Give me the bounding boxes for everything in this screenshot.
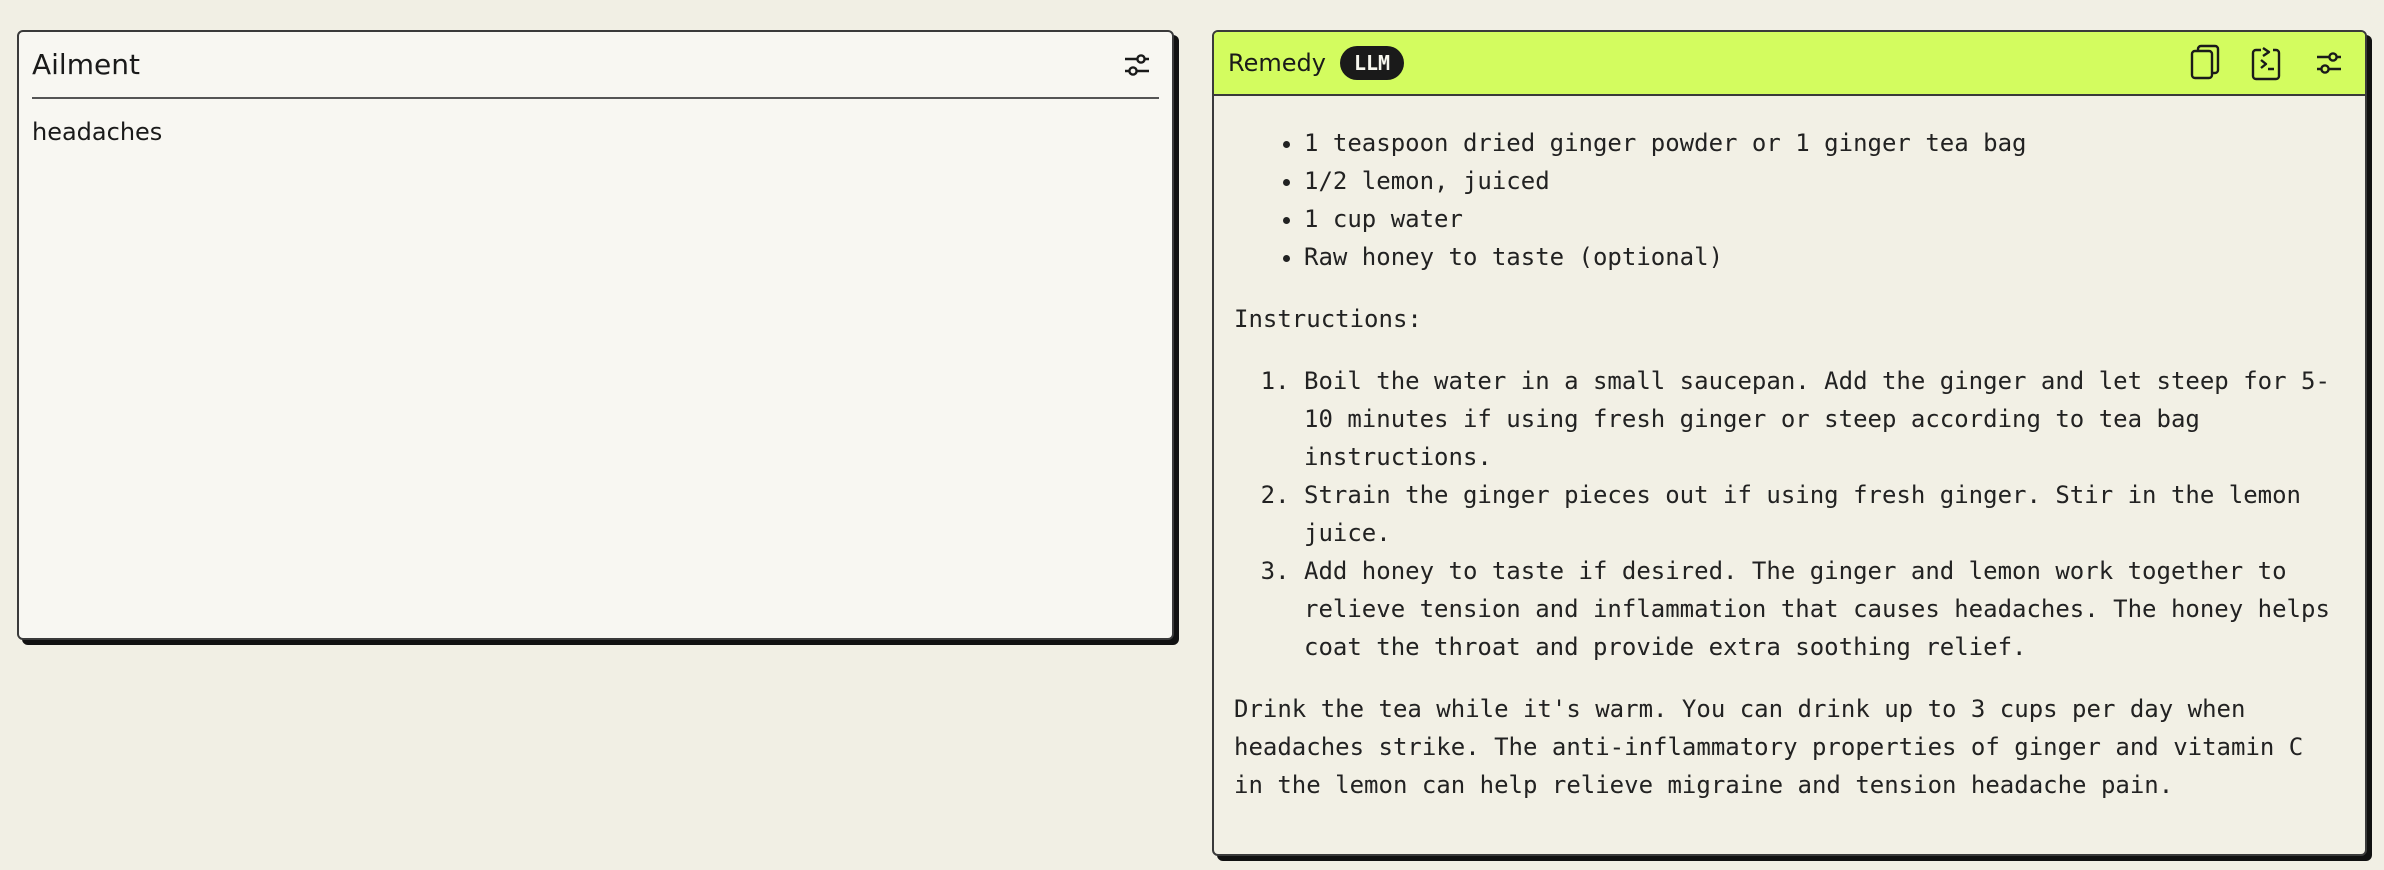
remedy-title: Remedy xyxy=(1228,49,1326,77)
ailment-title: Ailment xyxy=(32,48,140,81)
ingredients-list: 1 teaspoon dried ginger powder or 1 ging… xyxy=(1234,124,2345,276)
header-actions xyxy=(2183,41,2351,85)
copy-to-input-icon[interactable] xyxy=(2245,41,2289,85)
list-item: 1 teaspoon dried ginger powder or 1 ging… xyxy=(1304,124,2345,162)
list-item: Boil the water in a small saucepan. Add … xyxy=(1304,362,2345,476)
sliders-icon[interactable] xyxy=(1115,43,1159,87)
ailment-value[interactable]: headaches xyxy=(32,118,162,146)
list-item: Strain the ginger pieces out if using fr… xyxy=(1304,476,2345,552)
instructions-list: Boil the water in a small saucepan. Add … xyxy=(1234,362,2345,666)
list-item: Raw honey to taste (optional) xyxy=(1304,238,2345,276)
llm-badge: LLM xyxy=(1339,46,1405,80)
remedy-panel: Remedy LLM • 1 teaspoon dried ginger pow… xyxy=(1212,30,2367,856)
closing-paragraph: Drink the tea while it's warm. You can d… xyxy=(1234,695,2304,799)
copy-icon[interactable] xyxy=(2183,41,2227,85)
ailment-header: Ailment xyxy=(32,32,1159,99)
list-item: 1/2 lemon, juiced xyxy=(1304,162,2345,200)
instructions-heading: Instructions: xyxy=(1234,305,1422,333)
remedy-output: 1 teaspoon dried ginger powder or 1 ging… xyxy=(1234,124,2345,804)
ailment-panel: Ailment headaches xyxy=(17,30,1174,640)
list-item: Add honey to taste if desired. The ginge… xyxy=(1304,552,2345,666)
remedy-header: Remedy LLM xyxy=(1214,32,2365,96)
list-item: 1 cup water xyxy=(1304,200,2345,238)
sliders-icon[interactable] xyxy=(2307,41,2351,85)
